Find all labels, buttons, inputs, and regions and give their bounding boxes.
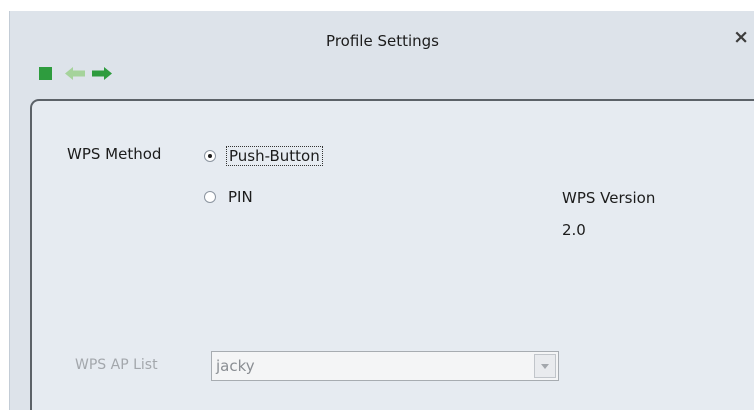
wps-ap-list-value: jacky xyxy=(216,357,255,375)
arrow-right-icon xyxy=(92,67,112,80)
wps-method-label: WPS Method xyxy=(67,145,162,163)
wps-ap-list-select[interactable]: jacky xyxy=(211,351,559,381)
stop-button[interactable] xyxy=(39,65,52,84)
settings-panel: WPS Method Push-Button PIN WPS Version 2… xyxy=(30,99,754,410)
wps-ap-list-label: WPS AP List xyxy=(75,357,158,373)
radio-push-button-label: Push-Button xyxy=(226,146,323,166)
profile-settings-window: Profile Settings × WPS Method Push-Butto… xyxy=(9,11,754,410)
radio-push-button[interactable]: Push-Button xyxy=(204,146,323,166)
wps-version-label: WPS Version xyxy=(562,189,656,207)
dropdown-button[interactable] xyxy=(534,354,556,378)
close-icon[interactable]: × xyxy=(733,28,749,47)
back-button[interactable] xyxy=(65,65,85,84)
radio-indicator xyxy=(204,191,216,203)
radio-pin[interactable]: PIN xyxy=(204,188,255,206)
chevron-down-icon xyxy=(541,363,549,369)
arrow-left-icon xyxy=(65,67,85,80)
radio-pin-label: PIN xyxy=(228,188,253,206)
wps-version-value: 2.0 xyxy=(562,221,586,239)
stop-square-icon xyxy=(39,67,52,80)
window-title: Profile Settings xyxy=(326,32,439,50)
radio-indicator xyxy=(204,150,216,162)
forward-button[interactable] xyxy=(92,65,112,84)
